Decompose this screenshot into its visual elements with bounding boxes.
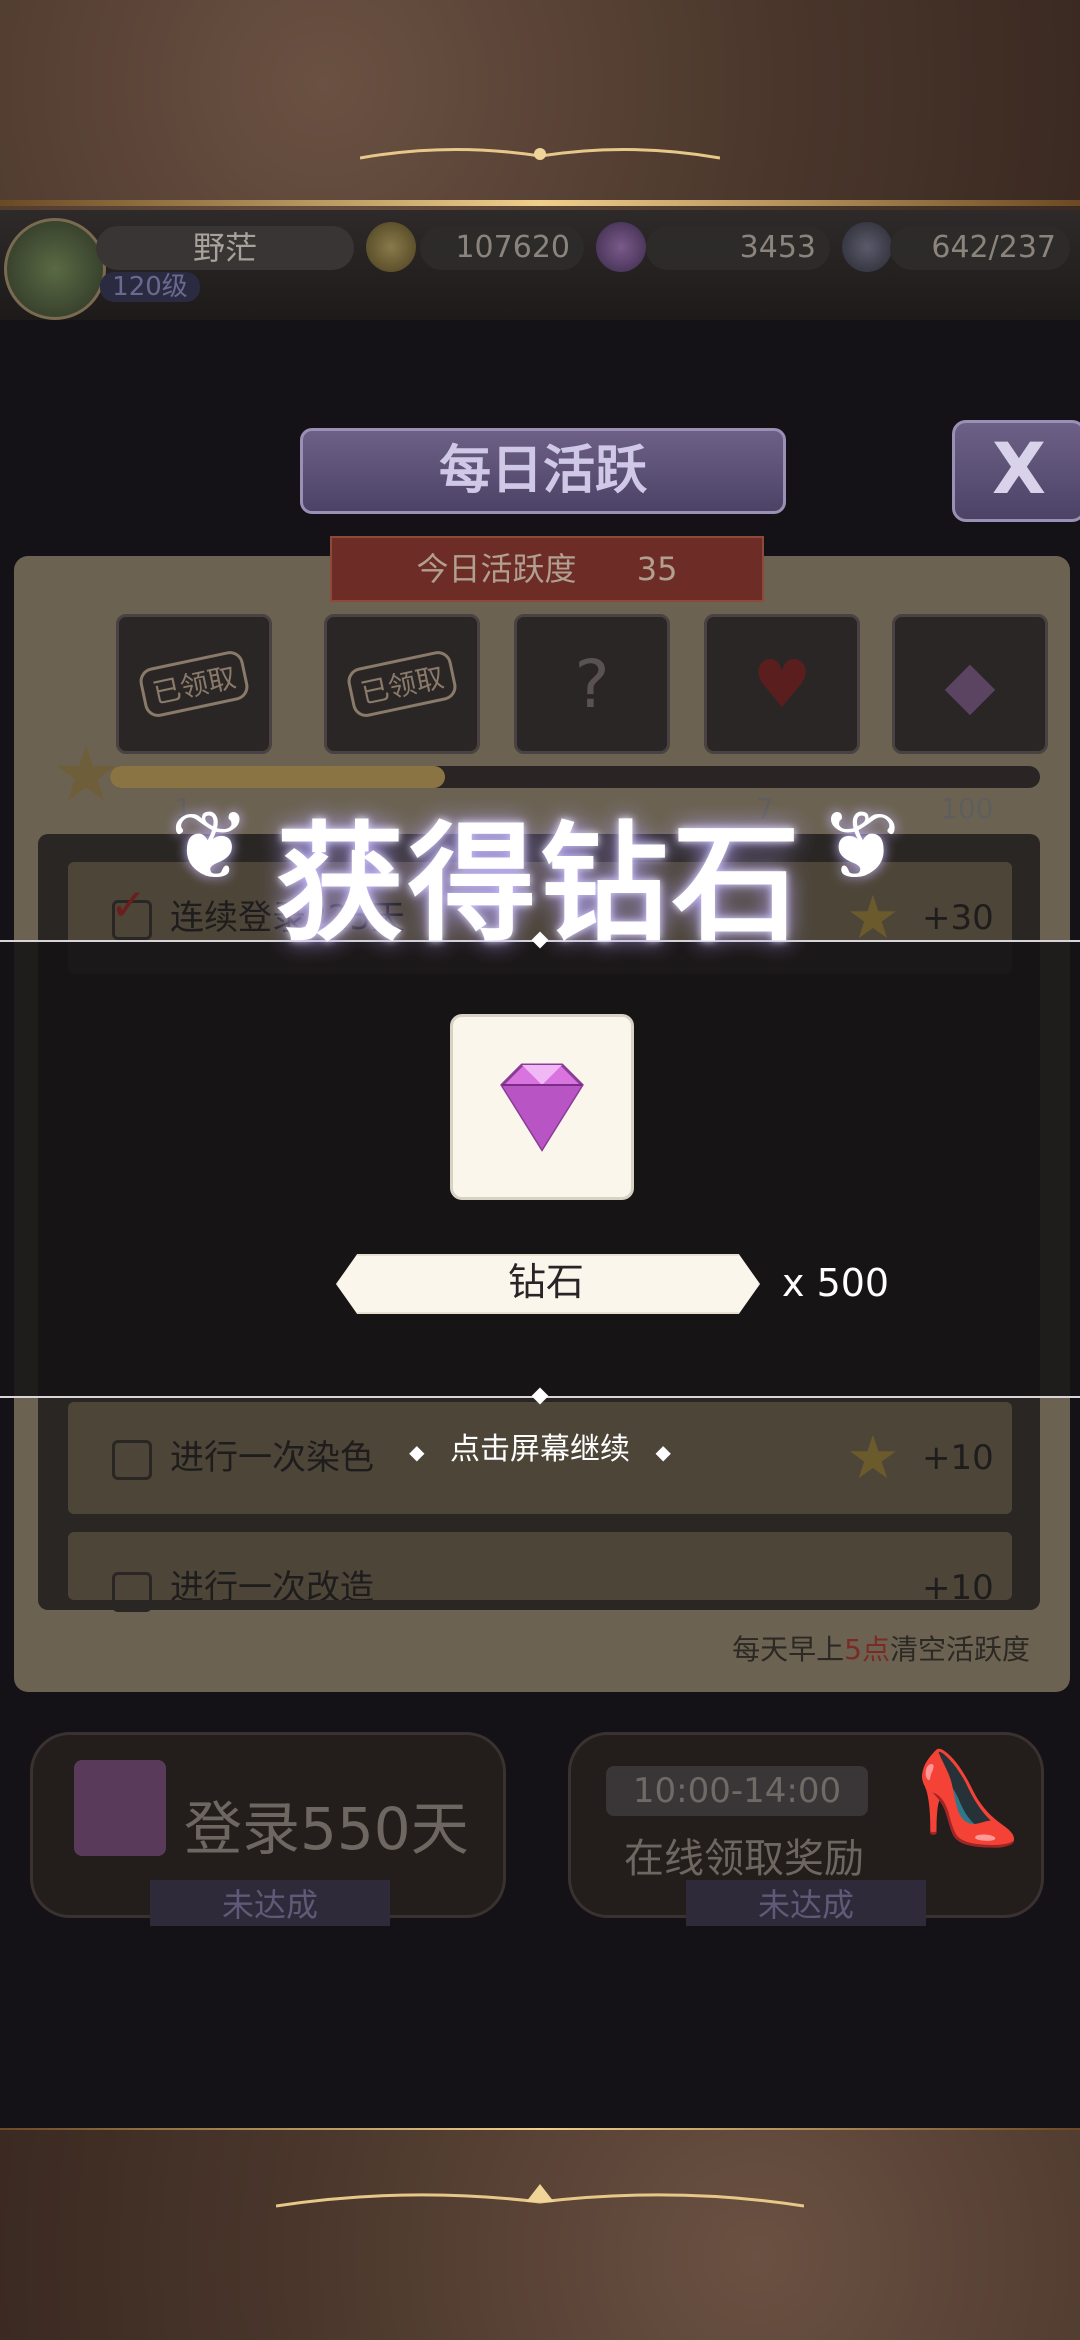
diamond-amount: 3453 [646,226,830,270]
reward-title: 获得钻石 [275,809,804,959]
stamina-shoe-icon [842,222,892,272]
bottom-ornament-frame [0,2130,1080,2340]
gift-box-icon [74,1760,166,1856]
claimed-stamp: 已领取 [344,648,460,720]
diamond-icon: ◆ [944,645,996,723]
online-status: 未达成 [686,1880,926,1926]
top-ornament-frame [0,0,1080,210]
tap-to-continue[interactable]: ◆ 点击屏幕继续 ◆ [0,1424,1080,1468]
reset-suffix: 清空活跃度 [889,1633,1030,1666]
close-button[interactable]: X [952,420,1080,522]
daily-activity-title: 每日活跃 [300,428,786,514]
reward-slot-2[interactable]: 已领取 [324,614,480,754]
task-checkbox [112,1572,152,1612]
top-gold-line [0,200,1080,206]
reward-slot-diamond[interactable]: ◆ [892,614,1048,754]
claimed-stamp: 已领取 [136,648,252,720]
login-status: 未达成 [150,1880,390,1926]
login-days-label: 登录550天 [184,1795,469,1863]
diamond-currency-icon [596,222,646,272]
laurel-right-icon: ❦ [820,790,901,902]
question-mark-icon: ? [574,645,610,723]
hint-diamond-icon: ◆ [409,1440,425,1464]
activity-value: 35 [636,550,678,588]
online-time-range: 10:00-14:00 [606,1766,868,1816]
reward-item-name: 钻石 [507,1260,584,1304]
laurel-left-icon: ❦ [170,790,251,902]
stamina-amount: 642/237 [890,226,1070,270]
reset-time: 5点 [844,1633,890,1666]
reward-diamond-icon [500,1063,584,1152]
reward-quantity: x 500 [782,1261,890,1305]
gold-coin-icon [366,222,416,272]
reward-slot-heart[interactable]: ♥ [704,614,860,754]
heart-icon: ♥ [752,645,812,723]
reward-item-card [450,1014,634,1200]
activity-label: 今日活跃度 [416,550,577,588]
reset-note: 每天早上5点清空活跃度 [620,1628,1030,1668]
gold-amount: 107620 [420,226,584,270]
task-points: +10 [922,1568,994,1600]
reward-slot-1[interactable]: 已领取 [116,614,272,754]
player-avatar[interactable] [4,218,106,320]
hint-diamond-icon: ◆ [655,1440,671,1464]
online-reward-label: 在线领取奖励 [624,1836,864,1882]
reward-slot-mystery[interactable]: ? [514,614,670,754]
bottom-flourish-icon [276,2184,804,2208]
player-level: 120级 [100,272,200,302]
reset-prefix: 每天早上 [732,1633,845,1666]
tap-hint-text: 点击屏幕继续 [450,1432,630,1467]
task-text: 进行一次改造 [170,1568,374,1600]
today-activity-banner: 今日活跃度 35 [330,536,764,602]
glass-slipper-icon: 👠 [912,1746,1025,1851]
player-name: 野茫 [192,229,257,267]
top-flourish-icon [360,148,720,160]
